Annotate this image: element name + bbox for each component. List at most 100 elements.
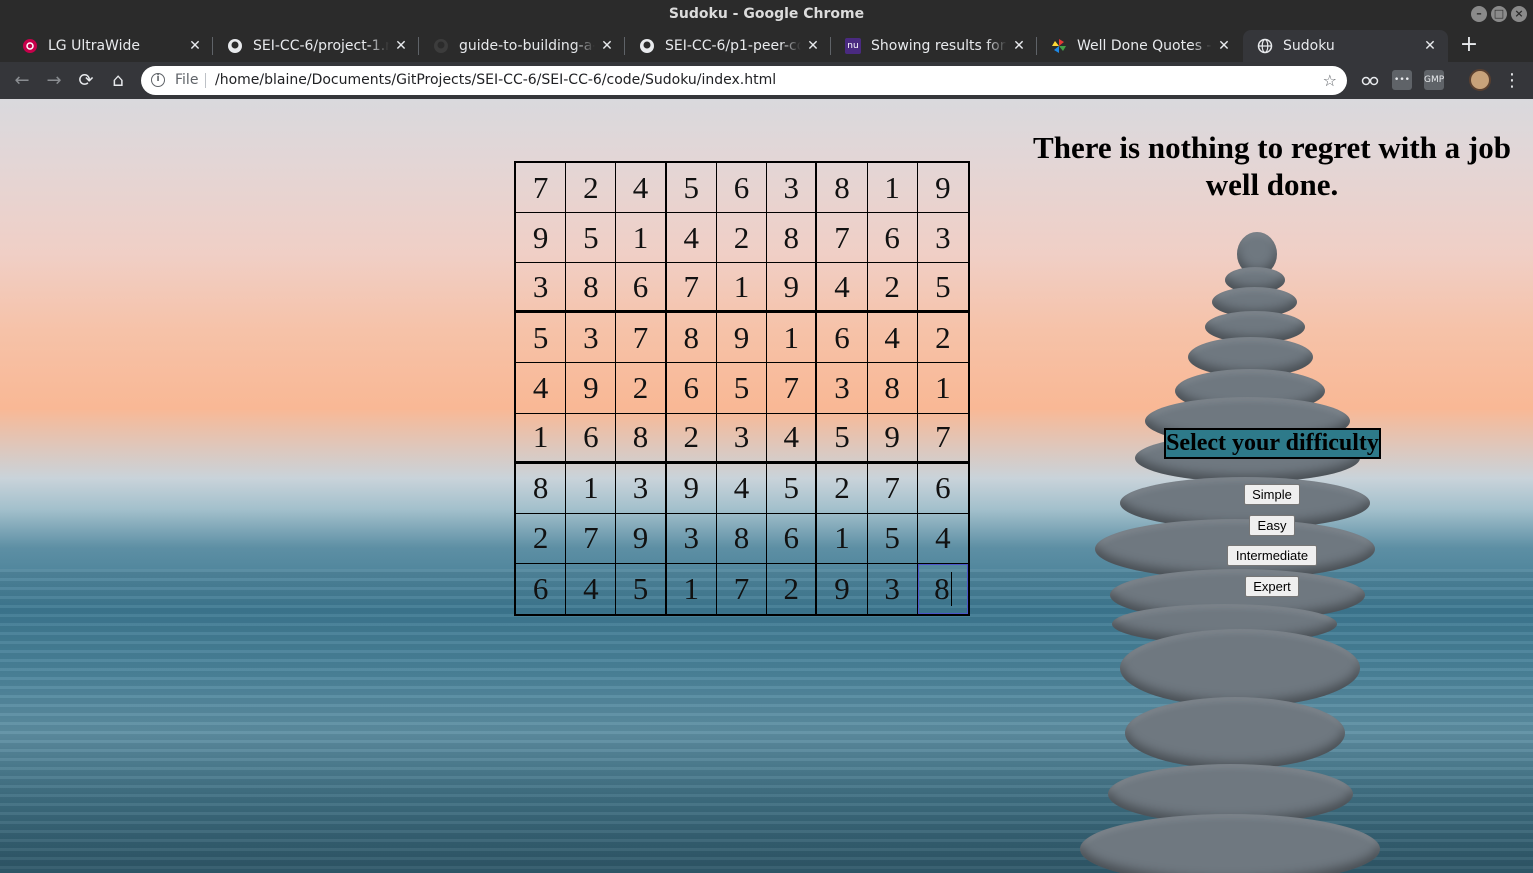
sudoku-cell[interactable]: 5 xyxy=(516,313,567,364)
sudoku-cell[interactable]: 4 xyxy=(566,563,617,614)
sudoku-cell[interactable]: 3 xyxy=(868,563,918,614)
simple-button[interactable]: Simple xyxy=(1244,484,1300,505)
sudoku-cell[interactable]: 2 xyxy=(917,313,968,364)
url-text[interactable]: /home/blaine/Documents/GitProjects/SEI-C… xyxy=(215,66,776,95)
sudoku-cell[interactable]: 6 xyxy=(516,563,567,614)
extension-gmp-icon[interactable]: GMP xyxy=(1424,70,1444,90)
sudoku-cell[interactable]: 4 xyxy=(666,213,717,264)
new-tab-icon[interactable]: + xyxy=(1456,30,1482,60)
sudoku-cell[interactable]: 9 xyxy=(917,163,968,214)
sudoku-cell[interactable]: 3 xyxy=(716,413,768,464)
sudoku-cell[interactable]: 6 xyxy=(917,464,968,514)
sudoku-cell[interactable]: 2 xyxy=(666,413,717,464)
close-window-icon[interactable]: × xyxy=(1511,6,1527,22)
sudoku-cell[interactable]: 4 xyxy=(767,413,818,464)
intermediate-button[interactable]: Intermediate xyxy=(1227,545,1317,566)
sudoku-cell[interactable]: 8 xyxy=(867,363,918,414)
tab-lg-ultrawide[interactable]: LG UltraWide ✕ xyxy=(8,30,213,62)
sudoku-cell[interactable]: 7 xyxy=(616,313,667,364)
close-tab-icon[interactable]: ✕ xyxy=(595,30,619,62)
tab-guide-to-building[interactable]: guide-to-building-a-browser-game ✕ xyxy=(419,30,625,62)
sudoku-cell[interactable]: 3 xyxy=(817,363,868,414)
home-icon[interactable]: ⌂ xyxy=(104,67,132,95)
sudoku-cell[interactable]: 3 xyxy=(666,513,717,564)
sudoku-cell[interactable]: 8 xyxy=(716,513,768,564)
forward-icon[interactable]: → xyxy=(40,67,68,95)
tab-project-1[interactable]: SEI-CC-6/project-1.md ✕ xyxy=(213,30,419,62)
close-tab-icon[interactable]: ✕ xyxy=(1418,30,1442,62)
sudoku-cell[interactable]: 2 xyxy=(616,363,667,414)
sudoku-cell[interactable]: 6 xyxy=(616,263,667,314)
expert-button[interactable]: Expert xyxy=(1245,576,1299,597)
sudoku-cell[interactable]: 9 xyxy=(716,313,768,364)
sudoku-cell[interactable]: 3 xyxy=(616,463,667,514)
sudoku-cell[interactable]: 7 xyxy=(666,263,717,314)
sudoku-cell[interactable]: 5 xyxy=(666,163,717,214)
sudoku-cell[interactable]: 9 xyxy=(867,413,918,464)
sudoku-cell[interactable]: 4 xyxy=(616,163,667,214)
sudoku-cell[interactable]: 8 xyxy=(616,413,667,464)
sudoku-cell[interactable]: 4 xyxy=(716,463,768,514)
sudoku-cell[interactable]: 1 xyxy=(667,563,717,614)
extension-dots-icon[interactable]: ••• xyxy=(1392,70,1412,90)
sudoku-cell[interactable]: 1 xyxy=(616,213,667,264)
sudoku-cell[interactable]: 2 xyxy=(566,163,617,214)
sudoku-cell[interactable]: 8 xyxy=(817,163,868,214)
sudoku-cell[interactable]: 2 xyxy=(817,463,868,514)
sudoku-cell[interactable]: 6 xyxy=(817,313,868,364)
sudoku-cell[interactable]: 6 xyxy=(867,213,918,264)
sudoku-cell[interactable]: 1 xyxy=(516,413,567,464)
close-tab-icon[interactable]: ✕ xyxy=(1212,30,1236,62)
sudoku-cell[interactable]: 1 xyxy=(817,513,868,564)
sudoku-cell[interactable]: 7 xyxy=(867,463,918,514)
chrome-menu-icon[interactable]: ⋮ xyxy=(1502,67,1522,95)
sudoku-cell[interactable]: 4 xyxy=(516,363,567,414)
sudoku-cell[interactable]: 7 xyxy=(566,513,617,564)
close-tab-icon[interactable]: ✕ xyxy=(801,30,825,62)
sudoku-cell[interactable]: 5 xyxy=(566,213,617,264)
sudoku-cell[interactable]: 2 xyxy=(516,513,567,564)
sudoku-cell[interactable]: 3 xyxy=(516,263,567,314)
sudoku-cell-active[interactable]: 8 xyxy=(917,563,968,614)
maximize-icon[interactable]: □ xyxy=(1491,6,1507,22)
sudoku-cell[interactable]: 6 xyxy=(666,363,717,414)
sudoku-cell[interactable]: 6 xyxy=(566,413,617,464)
sudoku-cell[interactable]: 9 xyxy=(566,363,617,414)
sudoku-cell[interactable]: 4 xyxy=(867,313,918,364)
tab-sudoku[interactable]: Sudoku ✕ xyxy=(1243,30,1448,62)
minimize-icon[interactable]: – xyxy=(1471,6,1487,22)
sudoku-cell[interactable]: 1 xyxy=(867,163,918,214)
sudoku-cell[interactable]: 8 xyxy=(666,313,717,364)
info-icon[interactable]: i xyxy=(151,73,165,87)
reload-icon[interactable]: ⟳ xyxy=(72,67,100,95)
sudoku-cell[interactable]: 5 xyxy=(716,363,768,414)
sudoku-cell[interactable]: 1 xyxy=(716,263,768,314)
sudoku-cell[interactable]: 2 xyxy=(767,563,818,614)
sudoku-cell[interactable]: 9 xyxy=(616,513,667,564)
close-tab-icon[interactable]: ✕ xyxy=(389,30,413,62)
sudoku-cell[interactable]: 5 xyxy=(817,413,868,464)
sudoku-cell[interactable]: 7 xyxy=(717,563,768,614)
tab-well-done-quotes[interactable]: Well Done Quotes - BrainyQuote ✕ xyxy=(1037,30,1242,62)
sudoku-cell[interactable]: 9 xyxy=(767,263,818,314)
close-tab-icon[interactable]: ✕ xyxy=(183,30,207,62)
close-tab-icon[interactable]: ✕ xyxy=(1007,30,1031,62)
sudoku-cell[interactable]: 4 xyxy=(817,263,868,314)
tab-peer-code-review[interactable]: SEI-CC-6/p1-peer-code-review ✕ xyxy=(625,30,831,62)
back-icon[interactable]: ← xyxy=(8,67,36,95)
sudoku-cell[interactable]: 4 xyxy=(917,514,968,564)
sudoku-cell[interactable]: 1 xyxy=(767,313,818,364)
sudoku-cell[interactable]: 3 xyxy=(767,163,818,214)
profile-avatar[interactable] xyxy=(1469,69,1491,91)
sudoku-cell[interactable]: 3 xyxy=(566,313,617,364)
sudoku-cell[interactable]: 7 xyxy=(516,163,567,214)
sudoku-cell[interactable]: 5 xyxy=(616,563,667,614)
sudoku-cell[interactable]: 6 xyxy=(767,513,818,564)
sudoku-cell[interactable]: 6 xyxy=(716,163,768,214)
sudoku-cell[interactable]: 5 xyxy=(767,463,818,514)
sudoku-cell[interactable]: 8 xyxy=(566,263,617,314)
sudoku-cell[interactable]: 8 xyxy=(516,463,567,514)
sudoku-cell[interactable]: 9 xyxy=(666,463,717,514)
sudoku-cell[interactable]: 1 xyxy=(566,463,617,514)
bookmark-star-icon[interactable]: ☆ xyxy=(1323,66,1337,95)
